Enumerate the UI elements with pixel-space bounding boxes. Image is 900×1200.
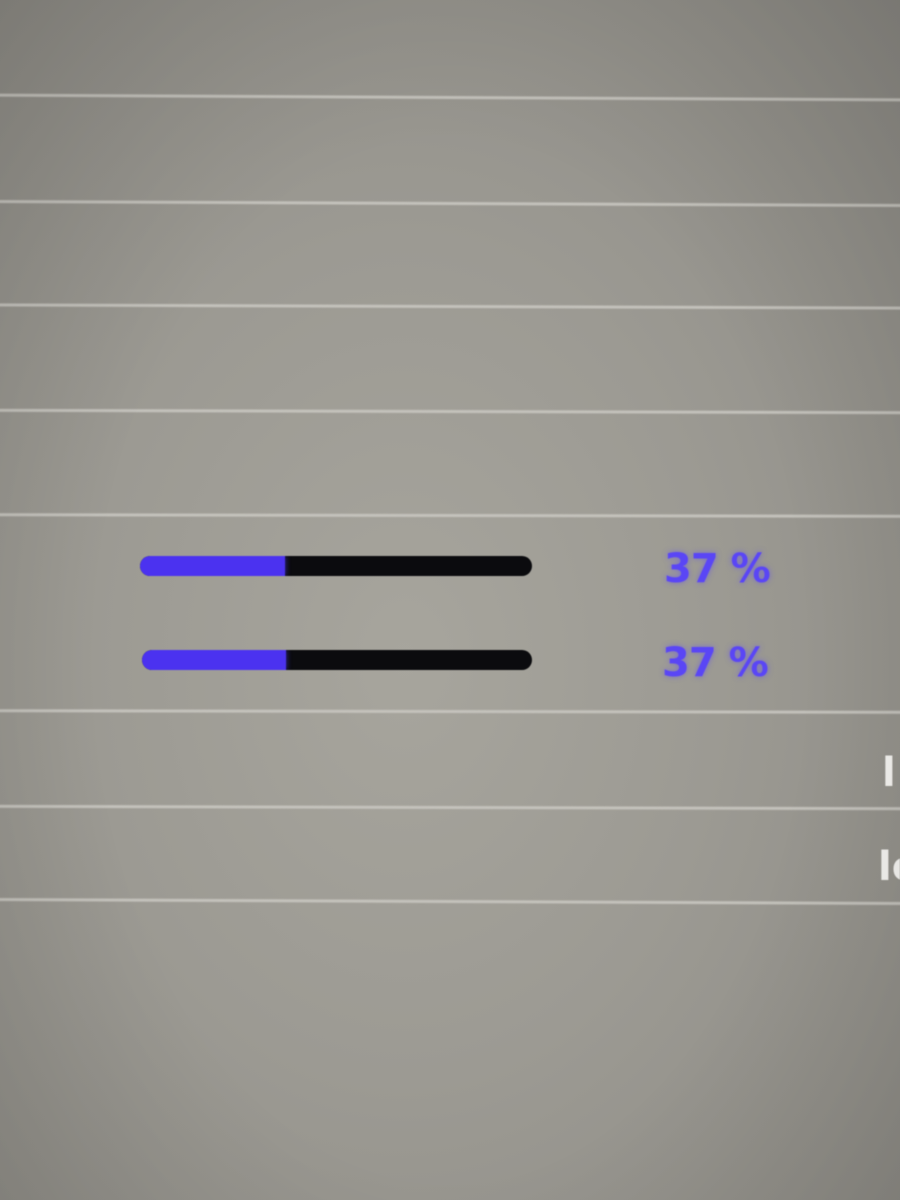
row-divider <box>0 303 900 310</box>
row-divider <box>0 199 900 208</box>
progress-bar <box>142 650 532 670</box>
progress-bar-fill <box>142 650 287 670</box>
vignette-overlay <box>0 0 900 1200</box>
progress-row: 37 % <box>0 540 900 600</box>
progress-bar-fill <box>140 556 286 576</box>
row-divider <box>0 513 900 518</box>
progress-row: 37 % <box>0 636 900 696</box>
row-divider <box>0 93 900 102</box>
row-divider <box>0 408 900 415</box>
progress-bar <box>140 556 532 576</box>
list-item[interactable]: lo <box>0 810 900 898</box>
row-divider <box>0 897 900 906</box>
list-item[interactable]: l <box>0 714 900 804</box>
percent-label: 37 % <box>662 640 769 686</box>
row-label-truncated: l <box>882 750 896 796</box>
settings-screen: 37 % 37 % l lo <box>0 0 900 1200</box>
percent-label: 37 % <box>664 546 771 592</box>
row-label-truncated: lo <box>878 844 900 890</box>
